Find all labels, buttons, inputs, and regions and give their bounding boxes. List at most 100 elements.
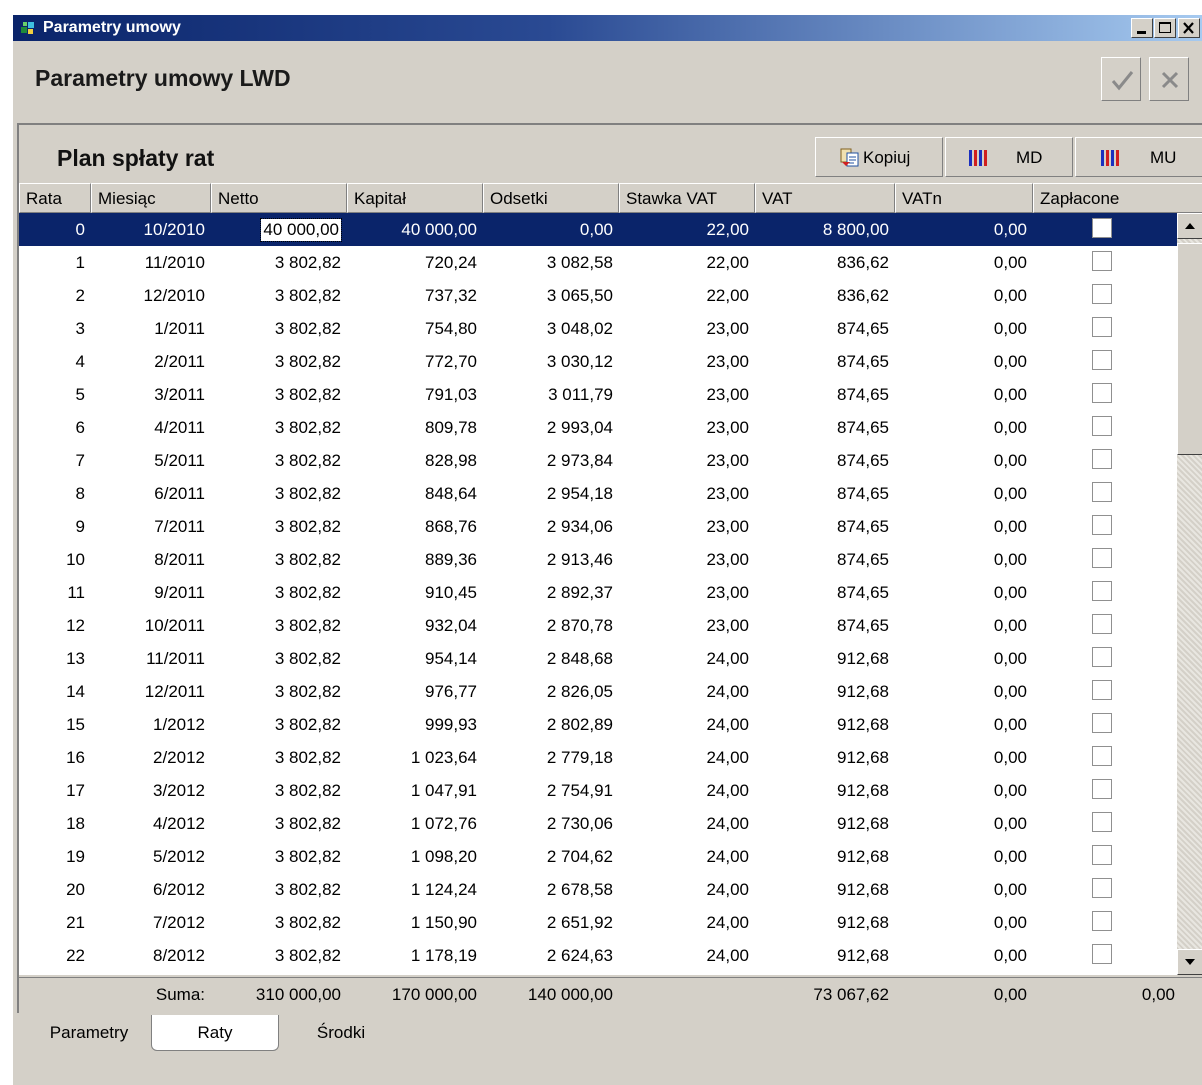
cell-netto[interactable]: 3 802,82 [211,840,341,873]
table-row[interactable]: 14 12/2011 3 802,82 976,77 2 826,05 24,00 912,… [19,675,1177,708]
table-row[interactable]: 1 11/2010 3 802,82 720,24 3 082,58 22,00 836,6… [19,246,1177,279]
mu-button[interactable]: MU [1075,137,1202,177]
cell-netto[interactable]: 40 000,00 [211,213,342,246]
paid-checkbox[interactable] [1092,713,1112,733]
cell-netto[interactable]: 3 802,82 [211,609,341,642]
table-row[interactable]: 18 4/2012 3 802,82 1 072,76 2 730,06 24,00 912… [19,807,1177,840]
cell-netto[interactable]: 3 802,82 [211,246,341,279]
table-row[interactable]: 8 6/2011 3 802,82 848,64 2 954,18 23,00 874,65… [19,477,1177,510]
table-row[interactable]: 12 10/2011 3 802,82 932,04 2 870,78 23,00 874,… [19,609,1177,642]
paid-checkbox[interactable] [1092,515,1112,535]
column-header-odsetki[interactable]: Odsetki [483,183,619,213]
tab-raty[interactable]: Raty [151,1015,279,1051]
cell-netto[interactable]: 3 802,82 [211,543,341,576]
paid-checkbox[interactable] [1092,251,1112,271]
cell-netto[interactable]: 3 802,82 [211,576,341,609]
paid-checkbox[interactable] [1092,218,1112,238]
table-row[interactable]: 6 4/2011 3 802,82 809,78 2 993,04 23,00 874,65… [19,411,1177,444]
minimize-button[interactable] [1131,18,1153,38]
column-header-miesiac[interactable]: Miesiąc [91,183,211,213]
table-row[interactable]: 17 3/2012 3 802,82 1 047,91 2 754,91 24,00 912… [19,774,1177,807]
table-row[interactable]: 10 8/2011 3 802,82 889,36 2 913,46 23,00 874,6… [19,543,1177,576]
cell-netto[interactable]: 3 802,82 [211,378,341,411]
paid-checkbox[interactable] [1092,845,1112,865]
paid-checkbox[interactable] [1092,482,1112,502]
paid-checkbox[interactable] [1092,779,1112,799]
scroll-thumb[interactable] [1177,243,1202,455]
paid-checkbox[interactable] [1092,581,1112,601]
table-row[interactable]: 21 7/2012 3 802,82 1 150,90 2 651,92 24,00 912… [19,906,1177,939]
cell-editor[interactable]: 40 000,00 [260,218,342,242]
paid-checkbox[interactable] [1092,878,1112,898]
table-row[interactable]: 4 2/2011 3 802,82 772,70 3 030,12 23,00 874,65… [19,345,1177,378]
paid-checkbox[interactable] [1092,812,1112,832]
tab-parametry[interactable]: Parametry [29,1015,149,1051]
paid-checkbox[interactable] [1092,416,1112,436]
cancel-button[interactable] [1149,57,1189,101]
table-row[interactable]: 7 5/2011 3 802,82 828,98 2 973,84 23,00 874,65… [19,444,1177,477]
paid-checkbox[interactable] [1092,383,1112,403]
maximize-button[interactable] [1154,18,1176,38]
paid-checkbox[interactable] [1092,944,1112,964]
column-header-vat[interactable]: VAT [755,183,895,213]
table-row[interactable]: 2 12/2010 3 802,82 737,32 3 065,50 22,00 836,6… [19,279,1177,312]
paid-checkbox[interactable] [1092,647,1112,667]
cell-netto[interactable]: 3 802,82 [211,906,341,939]
cell-vatn: 0,00 [993,253,1027,272]
paid-checkbox[interactable] [1092,746,1112,766]
paid-checkbox[interactable] [1092,548,1112,568]
cell-netto[interactable]: 3 802,82 [211,675,341,708]
cell-netto[interactable]: 3 802,82 [211,279,341,312]
cell-netto[interactable]: 3 802,82 [211,939,341,972]
cell-netto[interactable]: 3 802,82 [211,510,341,543]
md-button[interactable]: MD [945,137,1073,177]
cell-vatn: 0,00 [993,319,1027,338]
cell-netto[interactable]: 3 802,82 [211,642,341,675]
cell-netto[interactable]: 3 802,82 [211,873,341,906]
column-header-stawka-vat[interactable]: Stawka VAT [619,183,755,213]
column-header-vatn[interactable]: VATn [895,183,1033,213]
table-row[interactable]: 16 2/2012 3 802,82 1 023,64 2 779,18 24,00 912… [19,741,1177,774]
cell-netto[interactable]: 3 802,82 [211,741,341,774]
table-row[interactable]: 3 1/2011 3 802,82 754,80 3 048,02 23,00 874,65… [19,312,1177,345]
paid-checkbox[interactable] [1092,680,1112,700]
cell-netto[interactable]: 3 802,82 [211,774,341,807]
tab-srodki[interactable]: Środki [281,1015,401,1051]
table-row[interactable]: 11 9/2011 3 802,82 910,45 2 892,37 23,00 874,6… [19,576,1177,609]
column-header-zaplacone[interactable]: Zapłacone [1033,183,1202,213]
cell-netto[interactable]: 3 802,82 [211,708,341,741]
cell-rata: 5 [75,385,85,404]
cell-netto[interactable]: 3 802,82 [211,477,341,510]
checkmark-icon [1111,71,1134,91]
column-header-rata[interactable]: Rata [19,183,91,213]
paid-checkbox[interactable] [1092,284,1112,304]
table-row[interactable]: 19 5/2012 3 802,82 1 098,20 2 704,62 24,00 912… [19,840,1177,873]
ok-button[interactable] [1101,57,1141,101]
close-window-button[interactable] [1178,18,1200,38]
paid-checkbox[interactable] [1092,317,1112,337]
paid-checkbox[interactable] [1092,350,1112,370]
table-row[interactable]: 13 11/2011 3 802,82 954,14 2 848,68 24,00 912,… [19,642,1177,675]
table-row[interactable]: 20 6/2012 3 802,82 1 124,24 2 678,58 24,00 912… [19,873,1177,906]
cell-rata: 21 [66,913,85,932]
vertical-scrollbar[interactable] [1177,213,1202,975]
scroll-down-button[interactable] [1177,949,1202,975]
table-row[interactable]: 5 3/2011 3 802,82 791,03 3 011,79 23,00 874,65… [19,378,1177,411]
table-row[interactable]: 9 7/2011 3 802,82 868,76 2 934,06 23,00 874,65… [19,510,1177,543]
table-row[interactable]: 0 10/2010 40 000,00 40 000,00 0,00 22,00 8 800… [19,213,1177,246]
column-header-kapital[interactable]: Kapitał [347,183,483,213]
title-bar[interactable]: Parametry umowy [13,15,1202,41]
paid-checkbox[interactable] [1092,449,1112,469]
column-header-netto[interactable]: Netto [211,183,347,213]
cell-netto[interactable]: 3 802,82 [211,411,341,444]
table-row[interactable]: 22 8/2012 3 802,82 1 178,19 2 624,63 24,00 912… [19,939,1177,972]
cell-netto[interactable]: 3 802,82 [211,345,341,378]
paid-checkbox[interactable] [1092,911,1112,931]
scroll-up-button[interactable] [1177,213,1202,239]
cell-netto[interactable]: 3 802,82 [211,312,341,345]
table-row[interactable]: 15 1/2012 3 802,82 999,93 2 802,89 24,00 912,6… [19,708,1177,741]
cell-netto[interactable]: 3 802,82 [211,444,341,477]
copy-button[interactable]: Kopiuj [815,137,943,177]
paid-checkbox[interactable] [1092,614,1112,634]
cell-netto[interactable]: 3 802,82 [211,807,341,840]
